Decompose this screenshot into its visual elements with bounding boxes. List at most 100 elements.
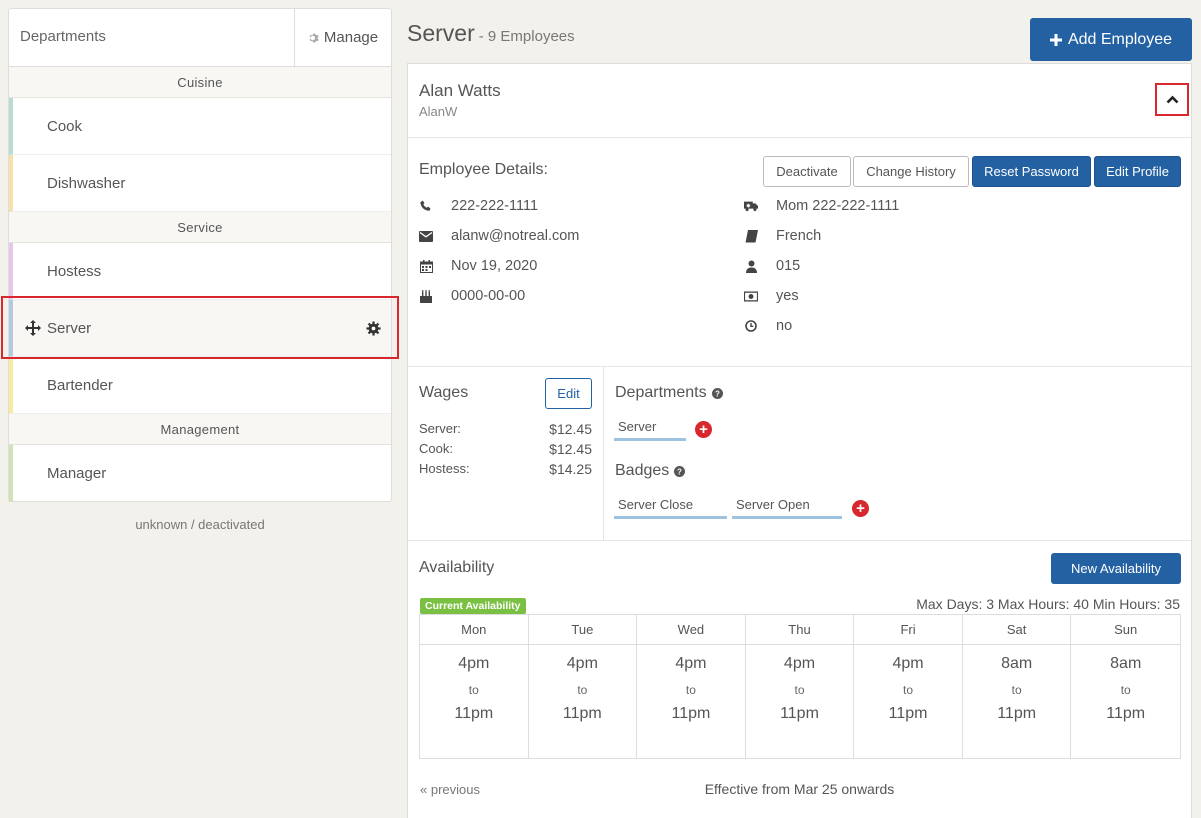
birthday-value: 0000-00-00 [451,288,526,304]
to-label: to [685,683,696,697]
sidebar-item-cook[interactable]: Cook [9,98,391,155]
departments-section-title: Departments ? [615,384,723,402]
to-label: to [1011,683,1022,697]
day-column: Fri 4pm to 11pm [854,615,963,758]
employee-details-title: Employee Details: [419,161,548,178]
sidebar-item-dishwasher[interactable]: Dishwasher [9,155,391,212]
wage-amount: $12.45 [549,421,592,437]
department-tag[interactable]: Server [614,419,686,441]
collapse-button[interactable] [1155,83,1189,116]
day-name: Thu [745,615,854,645]
reset-password-button[interactable]: Reset Password [972,156,1091,187]
start-time: 4pm [783,655,816,672]
group-header-service: Service [9,212,391,243]
sidebar-item-label: Manager [47,465,107,482]
divider [408,366,1191,367]
day-name: Wed [637,615,745,645]
detail-cash: yes [744,288,799,304]
clock-icon [744,319,758,333]
question-circle-icon[interactable]: ? [674,465,686,477]
wages-title: Wages [419,384,469,401]
end-time: 11pm [454,705,494,722]
detail-language: French [744,228,821,244]
wage-dept: Cook: [419,441,453,456]
divider [408,540,1191,541]
deactivate-button[interactable]: Deactivate [763,156,851,187]
ambulance-icon [744,199,758,213]
add-employee-button[interactable]: Add Employee [1030,18,1192,61]
badges-section-title: Badges ? [615,462,686,480]
svg-text:?: ? [677,467,682,476]
sidebar-item-label: Hostess [47,262,102,280]
new-availability-button[interactable]: New Availability [1051,553,1181,584]
manage-label: Manage [323,29,379,46]
phone-icon [419,199,433,213]
detail-birthday: 0000-00-00 [419,288,525,304]
detail-email: alanw@notreal.com [419,228,579,244]
sidebar-item-label: Bartender [47,376,113,394]
start-time: 4pm [892,655,924,672]
plus-icon [1049,33,1062,46]
detail-employee-id: 015 [744,258,800,274]
day-name: Sat [962,615,1071,645]
change-history-button[interactable]: Change History [853,156,969,187]
start-date-value: Nov 19, 2020 [451,258,538,274]
sidebar-item-manager[interactable]: Manager [9,445,391,502]
detail-start-date: Nov 19, 2020 [419,258,537,274]
manage-button[interactable]: Manage [294,9,391,66]
gear-icon[interactable] [366,321,381,336]
unknown-deactivated-link[interactable]: unknown / deactivated [8,517,392,532]
day-column: Sat 8am to 11pm [962,615,1072,758]
employee-id-value: 015 [776,258,801,274]
to-label: to [1120,683,1131,697]
day-column: Wed 4pm to 11pm [637,615,746,758]
question-circle-icon[interactable]: ? [711,387,723,399]
add-employee-label: Add Employee [1067,30,1173,48]
edit-wages-button[interactable]: Edit [545,378,592,409]
to-label: to [903,683,914,697]
group-header-management: Management [9,414,391,445]
birthday-cake-icon [419,289,433,303]
wage-dept: Hostess: [419,461,470,476]
departments-header: Departments Manage [9,9,391,67]
departments-section-label: Departments [615,384,707,401]
wage-amount: $14.25 [549,461,592,477]
availability-title: Availability [419,559,495,576]
svg-text:?: ? [715,389,720,398]
departments-panel: Departments Manage Cuisine Cook Dishwash… [8,8,392,502]
day-column: Thu 4pm to 11pm [745,615,855,758]
sidebar-item-bartender[interactable]: Bartender [9,357,391,414]
max-hours-info: Max Days: 3 Max Hours: 40 Min Hours: 35 [916,596,1180,612]
day-name: Sun [1071,615,1180,645]
start-time: 4pm [458,655,490,672]
move-icon[interactable] [25,320,41,336]
badge-tag[interactable]: Server Open [732,497,842,519]
day-column: Mon 4pm to 11pm [420,615,529,758]
overtime-value: no [776,318,793,334]
to-label: to [577,683,588,697]
sidebar-item-hostess[interactable]: Hostess [9,243,391,300]
badges-section-label: Badges [615,462,670,479]
previous-link[interactable]: « previous [420,782,480,797]
sidebar-item-label: Cook [47,117,83,135]
edit-profile-button[interactable]: Edit Profile [1094,156,1181,187]
end-time: 11pm [671,705,711,722]
badge-tag[interactable]: Server Close [614,497,727,519]
sidebar-item-server[interactable]: Server [9,300,391,357]
wage-dept: Server: [419,421,461,436]
end-time: 11pm [997,705,1037,722]
effective-date-label: Effective from Mar 25 onwards [704,781,895,797]
employee-card: Alan Watts AlanW Employee Details: Deact… [407,63,1192,818]
wage-amount: $12.45 [549,441,592,457]
detail-overtime: no [744,318,792,334]
vertical-divider [603,366,604,540]
start-time: 4pm [566,655,598,672]
email-value: alanw@notreal.com [451,228,580,244]
add-badge-icon[interactable]: + [852,500,869,517]
wage-row: Server: $12.45 [419,421,592,437]
book-icon [744,229,758,243]
wage-row: Hostess: $14.25 [419,461,592,477]
add-department-icon[interactable]: + [695,421,712,438]
chevron-up-icon [1166,95,1178,104]
envelope-icon [419,229,433,243]
